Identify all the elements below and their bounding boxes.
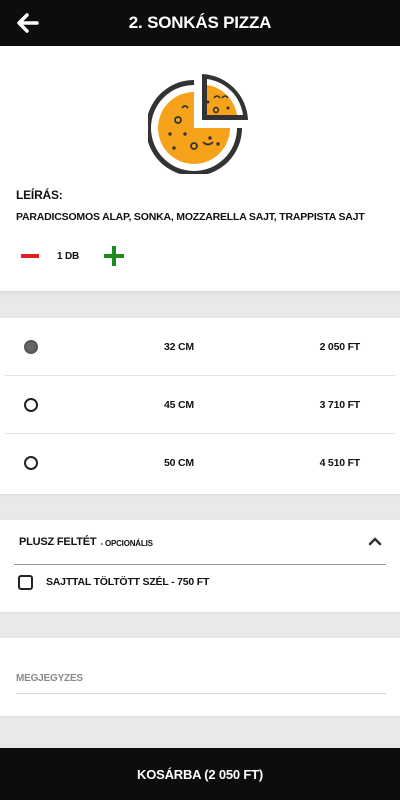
- description-text: Paradicsomos alap, sonka, mozzarella saj…: [16, 211, 365, 223]
- pizza-icon: [148, 74, 248, 174]
- extra-option[interactable]: Sajttal töltött szél - 750 Ft: [18, 572, 209, 592]
- arrow-left-icon: [17, 13, 39, 33]
- size-option[interactable]: 50 cm 4 510 Ft: [4, 434, 396, 492]
- plus-icon: [104, 246, 124, 266]
- size-label: 50 cm: [164, 457, 194, 469]
- add-to-cart-button[interactable]: Kosárba (2 050 Ft): [0, 748, 400, 800]
- page-title: 2. Sonkás pizza: [128, 13, 272, 32]
- extras-section: Plusz feltét - opcionális Sajttal töltöt…: [0, 520, 400, 612]
- increase-quantity-button[interactable]: [100, 244, 128, 268]
- size-price: 2 050 Ft: [319, 340, 361, 353]
- radio-unselected-icon[interactable]: [24, 456, 38, 470]
- radio-unselected-icon[interactable]: [24, 397, 38, 412]
- app-header: 2. Sonkás pizza: [0, 0, 400, 46]
- back-button[interactable]: [14, 10, 42, 36]
- product-card: Leírás: Paradicsomos alap, sonka, mozzar…: [0, 46, 400, 291]
- note-input[interactable]: [16, 664, 386, 694]
- size-price: 3 710 Ft: [319, 398, 361, 411]
- add-to-cart-label: Kosárba (2 050 Ft): [137, 766, 263, 782]
- description-label: Leírás:: [16, 188, 63, 202]
- extra-option-label: Sajttal töltött szél - 750 Ft: [46, 576, 210, 588]
- minus-icon: [21, 254, 39, 258]
- checkbox[interactable]: [18, 574, 33, 590]
- note-section: [0, 638, 400, 716]
- quantity-value: 1 db: [57, 250, 79, 262]
- extras-optional-label: - opcionális: [100, 538, 153, 548]
- size-option[interactable]: 45 cm 3 710 Ft: [4, 376, 396, 434]
- decrease-quantity-button[interactable]: [16, 244, 44, 268]
- size-label: 32 cm: [164, 340, 194, 353]
- size-options: 32 cm 2 050 Ft 45 cm 3 710 Ft 50 cm 4 51…: [0, 318, 400, 494]
- radio-selected-icon[interactable]: [24, 339, 38, 354]
- size-price: 4 510 Ft: [319, 457, 361, 469]
- quantity-stepper: 1 db: [20, 244, 128, 268]
- extras-toggle[interactable]: Plusz feltét - opcionális: [14, 520, 386, 565]
- extras-title: Plusz feltét: [19, 536, 97, 548]
- size-option[interactable]: 32 cm 2 050 Ft: [4, 318, 396, 376]
- size-label: 45 cm: [164, 398, 194, 411]
- chevron-up-icon: [368, 537, 382, 546]
